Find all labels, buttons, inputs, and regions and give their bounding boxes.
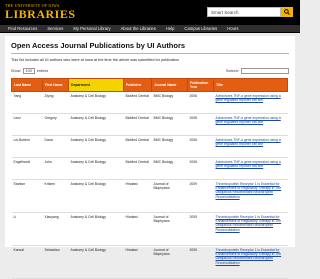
show-label: Show [11,69,21,73]
cell-department: Anatomy & Cell Biology [68,113,124,136]
cell-first-name: Ziying [42,91,69,114]
table-search: Search: [226,68,289,74]
cell-title-link[interactable]: Admixtures TNF-α gene expression using a… [213,113,288,136]
cell-publication-year: 2006 [187,91,214,114]
table-row: Lenz Gregory Anatomy & Cell Biology BioM… [11,113,288,136]
table-search-input[interactable] [241,68,289,74]
column-header-department[interactable]: Department [68,78,124,92]
cell-publication-year: 2009 [187,245,214,279]
cell-publisher: BioMed Central [123,113,152,136]
cell-department: Anatomy & Cell Biology [68,157,124,180]
nav-my-personal-library[interactable]: My Personal Library [68,25,115,33]
table-controls: Show 100 entries Search: [11,67,289,75]
logo-libraries-text: LIBRARIES [5,7,76,21]
cell-publication-year: 2006 [187,157,214,180]
cell-title-link[interactable]: Thrombopoietin Receptor 1 is Essential f… [213,212,288,246]
cell-last-name: Li [11,212,43,246]
cell-first-name: Gregory [42,113,69,136]
table-row: Yang Ziying Anatomy & Cell Biology BioMe… [11,91,288,114]
nav-help[interactable]: Help [161,25,180,33]
cell-title-link[interactable]: Admixtures TNF-α gene expression using a… [213,157,288,180]
cell-journal-name: BMC Biology [151,113,188,136]
cell-department: Anatomy & Cell Biology [68,245,124,279]
title-divider [11,53,289,54]
publications-table: Last Name First Name Department Publishe… [11,78,288,279]
cell-last-name: Lenz [11,113,43,136]
search-label: Search: [225,69,239,73]
cell-first-name: John [42,157,69,180]
cell-publisher: Hindawi [123,212,152,246]
column-header-journal-name[interactable]: Journal Name [151,78,188,92]
table-row: Engelhardt John Anatomy & Cell Biology B… [11,157,288,180]
libraries-logo[interactable]: THE UNIVERSITY OF IOWA LIBRARIES [5,3,101,22]
cell-publication-year: 2006 [187,113,214,136]
column-header-title[interactable]: Title [213,78,288,92]
column-header-publication-year[interactable]: Publication Year [187,78,214,92]
cell-department: Anatomy & Cell Biology [68,212,124,246]
cell-journal-name: BMC Biology [151,135,188,158]
cell-department: Anatomy & Cell Biology [68,179,124,213]
cell-journal-name: BMC Biology [151,157,188,180]
column-header-first-name[interactable]: First Name [42,78,69,92]
nav-find-resources[interactable]: Find Resources [3,25,42,33]
table-row: Li Xiaoyang Anatomy & Cell Biology Hinda… [11,212,288,246]
nav-about-the-libraries[interactable]: About the Libraries [116,25,161,33]
cell-department: Anatomy & Cell Biology [68,135,124,158]
cell-last-name: Lei-Butters [11,135,43,158]
cell-title-link[interactable]: Thrombopoietin Receptor 1 is Essential f… [213,245,288,279]
cell-publisher: Hindawi [123,245,152,279]
cell-last-name: Engelhardt [11,157,43,180]
main-content: Open Access Journal Publications by UI A… [5,36,295,279]
entries-label: entries [36,69,49,73]
nav-hours[interactable]: Hours [222,25,243,33]
cell-publisher: Hindawi [123,179,152,213]
cell-first-name: Dana [42,135,69,158]
cell-first-name: Kristen [42,179,69,213]
table-row: Stanton Kristen Anatomy & Cell Biology H… [11,179,288,213]
cell-first-name: Xiaoyang [42,212,69,246]
cell-publisher: BioMed Central [123,135,152,158]
nav-campus-libraries[interactable]: Campus Libraries [179,25,222,33]
column-header-last-name[interactable]: Last Name [11,78,43,92]
cell-publication-year: 2006 [187,135,214,158]
column-header-publisher[interactable]: Publisher [123,78,152,92]
cell-journal-name: Journal of Biophysics [151,245,188,279]
table-row: Lei-Butters Dana Anatomy & Cell Biology … [11,135,288,158]
cell-last-name: Stanton [11,179,43,213]
cell-publisher: BioMed Central [123,91,152,114]
page-title: Open Access Journal Publications by UI A… [11,41,186,50]
cell-last-name: Kanval [11,245,43,279]
cell-title-link[interactable]: Admixtures TNF-α gene expression using a… [213,135,288,158]
page-description: This list includes all UI authors who we… [11,58,180,62]
cell-journal-name: BMC Biology [151,91,188,114]
nav-services[interactable]: Services [42,25,68,33]
cell-title-link[interactable]: Thrombopoietin Receptor 1 is Essential f… [213,179,288,213]
cell-publication-year: 2009 [187,212,214,246]
cell-journal-name: Journal of Biophysics [151,179,188,213]
smart-search-input[interactable]: Smart Search [207,7,281,17]
cell-title-link[interactable]: Admixtures TNF-α gene expression using a… [213,91,288,114]
cell-department: Anatomy & Cell Biology [68,91,124,114]
search-icon [284,9,290,15]
site-header: THE UNIVERSITY OF IOWA LIBRARIES Smart S… [0,0,300,25]
cell-publication-year: 2009 [187,179,214,213]
main-nav: Find Resources Services My Personal Libr… [0,25,300,33]
cell-journal-name: Journal of Biophysics [151,212,188,246]
search-button[interactable] [281,7,293,17]
table-header-row: Last Name First Name Department Publishe… [11,78,288,92]
cell-last-name: Yang [11,91,43,114]
table-row: Kanval Sebastian Anatomy & Cell Biology … [11,245,288,279]
cell-first-name: Sebastian [42,245,69,279]
cell-publisher: BioMed Central [123,157,152,180]
entries-select[interactable]: 100 [22,68,35,74]
page-length-control: Show 100 entries [11,68,48,74]
